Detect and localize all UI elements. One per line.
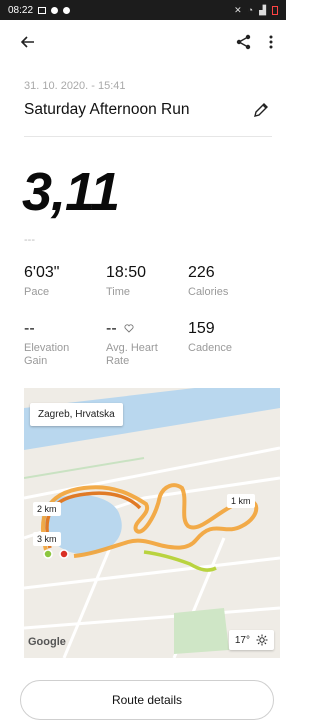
stat-label: Cadence xyxy=(188,342,233,354)
top-toolbar xyxy=(0,20,286,64)
share-icon[interactable] xyxy=(232,30,256,54)
stat-value: 6'03" xyxy=(24,264,60,281)
app-notification-icon xyxy=(63,6,71,14)
status-time: 08:22 xyxy=(8,4,34,16)
stat-avg-heart-rate: -- Avg. Heart Rate xyxy=(106,320,176,368)
status-bar: 08:22 ✕ ◔ ▟ xyxy=(0,0,286,20)
google-logo: Google xyxy=(28,636,66,648)
distance-value: 3,11 xyxy=(22,162,120,222)
km-marker-3: 3 km xyxy=(33,532,61,546)
stat-label: Elevation Gain xyxy=(24,342,70,367)
stat-pace: 6'03" Pace xyxy=(24,264,59,299)
distance-unit: --- xyxy=(24,234,35,246)
stat-value: 159 xyxy=(188,320,215,337)
mute-icon: ✕ xyxy=(234,4,242,15)
route-details-button[interactable]: Route details xyxy=(20,680,274,720)
wifi-icon: ◔ xyxy=(247,5,254,15)
battery-icon xyxy=(272,5,278,15)
stat-value: -- xyxy=(106,320,117,337)
weather-badge: 17° xyxy=(228,630,274,650)
sun-icon xyxy=(256,634,268,646)
activity-datetime: 31. 10. 2020. - 15:41 xyxy=(24,80,126,92)
gallery-notification-icon xyxy=(38,6,47,14)
stat-elevation-gain: -- Elevation Gain xyxy=(24,320,86,368)
route-map[interactable]: Zagreb, Hrvatska 1 km 2 km 3 km Google 1… xyxy=(24,388,280,658)
stat-value: 18:50 xyxy=(106,264,147,281)
stat-label: Calories xyxy=(188,286,229,298)
stat-label: Pace xyxy=(24,286,50,298)
heart-icon xyxy=(124,324,134,333)
weather-temperature: 17° xyxy=(234,634,250,646)
edit-pencil-icon[interactable] xyxy=(253,102,271,120)
stat-label: Time xyxy=(106,286,131,298)
stat-cadence: 159 Cadence xyxy=(188,320,232,355)
back-arrow-icon[interactable] xyxy=(16,30,40,54)
km-marker-1: 1 km xyxy=(227,494,255,508)
km-marker-2: 2 km xyxy=(33,502,61,516)
stat-label: Avg. Heart Rate xyxy=(106,342,158,367)
signal-icon: ▟ xyxy=(259,4,266,15)
more-options-icon[interactable] xyxy=(262,30,280,54)
map-canvas xyxy=(24,388,280,658)
notification-icon xyxy=(51,6,59,14)
activity-title: Saturday Afternoon Run xyxy=(24,101,190,118)
header-divider xyxy=(24,136,272,137)
stat-calories: 226 Calories xyxy=(188,264,228,299)
stat-value: -- xyxy=(24,320,35,337)
stat-time: 18:50 Time xyxy=(106,264,146,299)
stat-value: 226 xyxy=(188,264,215,281)
map-location-label: Zagreb, Hrvatska xyxy=(30,403,123,426)
